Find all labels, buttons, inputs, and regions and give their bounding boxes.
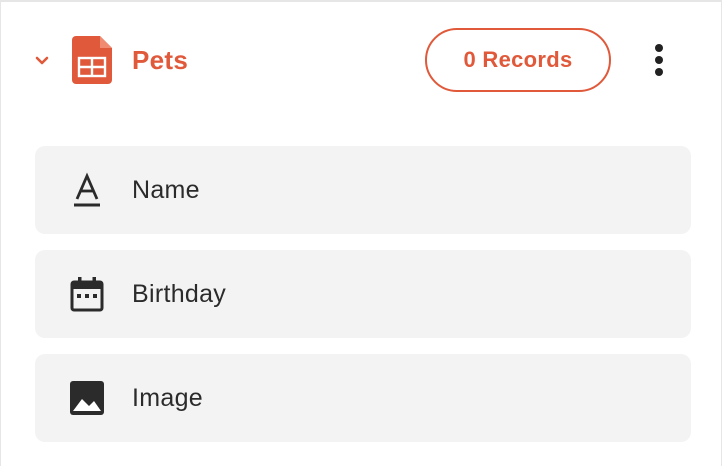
field-label: Birthday — [132, 280, 227, 308]
more-options-icon[interactable] — [643, 40, 675, 80]
table-header: Pets 0 Records — [1, 2, 721, 120]
calendar-icon — [70, 277, 104, 312]
field-item-name[interactable]: Name — [35, 146, 691, 234]
table-icon — [72, 36, 112, 84]
text-field-icon — [74, 172, 100, 207]
image-icon — [70, 381, 104, 415]
dot — [655, 56, 663, 64]
field-item-image[interactable]: Image — [35, 354, 691, 442]
field-item-birthday[interactable]: Birthday — [35, 250, 691, 338]
table-title: Pets — [132, 45, 189, 75]
field-label: Name — [132, 176, 200, 204]
records-count-button[interactable]: 0 Records — [425, 28, 611, 92]
field-label: Image — [132, 384, 203, 412]
table-panel: Pets 0 Records Name Birthday Image — [0, 0, 722, 466]
dot — [655, 68, 663, 76]
dot — [655, 44, 663, 52]
chevron-down-icon[interactable] — [32, 50, 52, 70]
